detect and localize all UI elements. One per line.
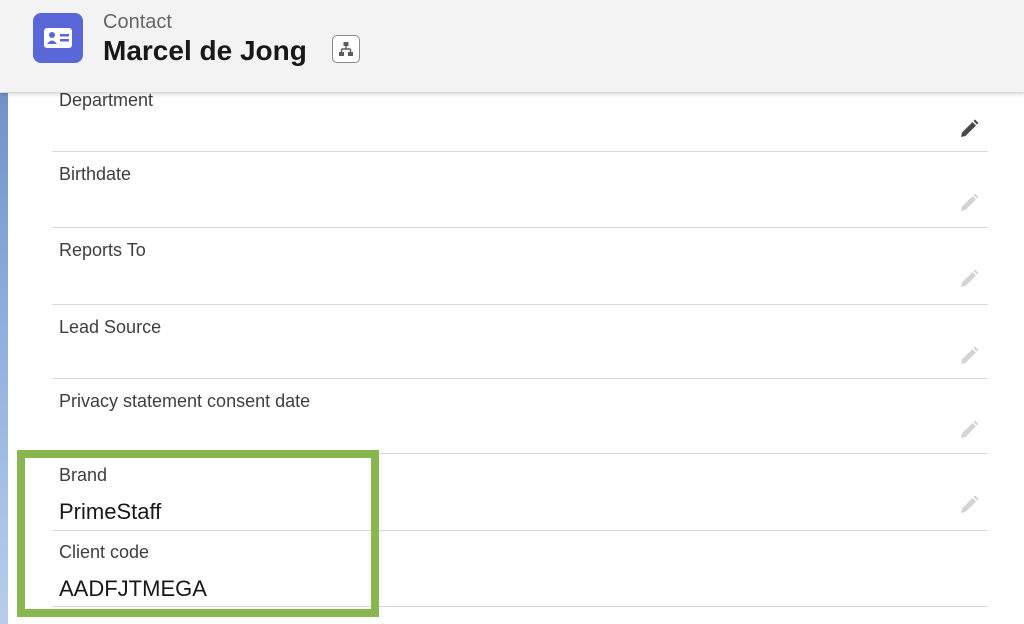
hierarchy-icon bbox=[339, 42, 353, 56]
field-value-client-code: AADFJTMEGA bbox=[59, 576, 207, 601]
edit-pencil-icon[interactable] bbox=[958, 494, 980, 516]
record-title: Marcel de Jong bbox=[103, 35, 307, 66]
field-department: Department bbox=[52, 90, 988, 152]
field-birthdate: Birthdate bbox=[52, 152, 988, 228]
edit-pencil-icon[interactable] bbox=[958, 192, 980, 214]
field-privacy-consent-date: Privacy statement consent date bbox=[52, 379, 988, 454]
object-type-label: Contact bbox=[103, 11, 172, 33]
background-strip bbox=[0, 92, 8, 624]
contact-card-icon bbox=[33, 13, 83, 63]
edit-pencil-icon[interactable] bbox=[958, 268, 980, 290]
field-reports-to: Reports To bbox=[52, 228, 988, 305]
field-label: Privacy statement consent date bbox=[59, 391, 311, 411]
edit-pencil-icon[interactable] bbox=[958, 118, 980, 140]
record-header: Contact Marcel de Jong bbox=[0, 0, 1024, 93]
field-label: Department bbox=[59, 90, 154, 110]
field-label: Brand bbox=[59, 465, 108, 485]
field-brand: Brand PrimeStaff bbox=[52, 454, 988, 531]
field-label: Reports To bbox=[59, 240, 146, 260]
field-client-code: Client code AADFJTMEGA bbox=[52, 531, 988, 607]
field-lead-source: Lead Source bbox=[52, 305, 988, 379]
field-label: Client code bbox=[59, 542, 150, 562]
field-value-brand: PrimeStaff bbox=[59, 499, 162, 524]
edit-pencil-icon[interactable] bbox=[958, 419, 980, 441]
edit-pencil-icon[interactable] bbox=[958, 345, 980, 367]
field-label: Birthdate bbox=[59, 164, 132, 184]
field-label: Lead Source bbox=[59, 317, 162, 337]
view-hierarchy-button[interactable] bbox=[332, 35, 360, 63]
